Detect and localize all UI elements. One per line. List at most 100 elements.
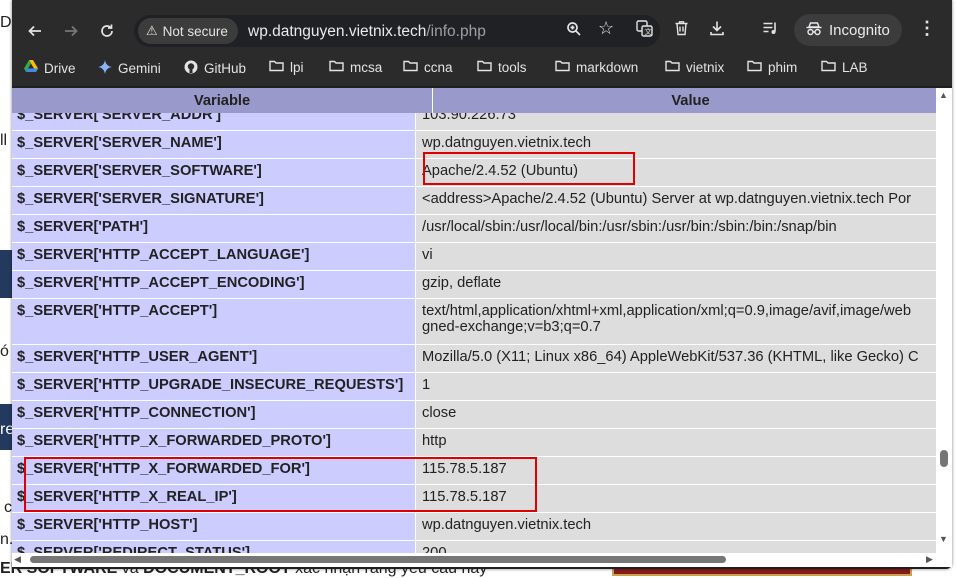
bookmark-folder-lab[interactable]: LAB: [821, 60, 868, 75]
horizontal-scroll-thumb[interactable]: [30, 556, 726, 563]
variable-value-cell: wp.datnguyen.vietnix.tech: [416, 131, 936, 158]
back-button[interactable]: [22, 18, 48, 44]
translate-icon[interactable]: 文: [636, 20, 653, 42]
variable-name-cell: $_SERVER['HTTP_X_FORWARDED_PROTO']: [12, 429, 415, 456]
table-row: $_SERVER['REDIRECT_STATUS'] 200: [12, 541, 936, 553]
vertical-scrollbar[interactable]: ▲ ▼: [936, 88, 952, 553]
table-row: $_SERVER['PATH']/usr/local/sbin:/usr/loc…: [12, 215, 936, 242]
bookmark-gemini[interactable]: Gemini: [98, 60, 161, 77]
incognito-button[interactable]: Incognito: [794, 14, 902, 46]
svg-text:文: 文: [645, 27, 652, 36]
incognito-icon: [806, 21, 822, 39]
value-line-2: gned-exchange;v=b3;q=0.7: [422, 319, 601, 335]
bookmark-folder-ccna[interactable]: ccna: [403, 60, 453, 75]
bookmark-folder-phim[interactable]: phim: [747, 60, 797, 75]
table-row: $_SERVER['HTTP_ACCEPT_ENCODING'] gzip, de…: [12, 271, 936, 298]
variable-value-cell: /usr/local/sbin:/usr/local/bin:/usr/sbin…: [416, 215, 936, 242]
variable-value-cell: Apache/2.4.52 (Ubuntu): [416, 159, 936, 186]
bookmark-label: Drive: [44, 60, 76, 76]
table-row: $_SERVER['HTTP_CONNECTION'] close: [12, 401, 936, 428]
folder-icon: [403, 60, 418, 75]
media-playlist-icon[interactable]: [762, 20, 779, 41]
variable-name-cell: $_SERVER['HTTP_UPGRADE_INSECURE_REQUESTS…: [12, 373, 415, 400]
bookmark-folder-lpi[interactable]: lpi: [269, 60, 304, 75]
variable-value-cell: text/html,application/xhtml+xml,applicat…: [416, 299, 936, 344]
arrow-right-icon: [65, 25, 78, 37]
folder-icon: [329, 60, 344, 75]
bookmark-label: phim: [768, 60, 798, 75]
url-path: /info.php: [426, 23, 486, 40]
incognito-label: Incognito: [829, 21, 890, 39]
download-glyph-icon: [710, 21, 724, 36]
bookmark-label: mcsa: [350, 60, 383, 75]
folder-icon: [477, 60, 492, 75]
variable-value-cell: http: [416, 429, 936, 456]
download-icon[interactable]: [709, 20, 725, 41]
bookmark-label: LAB: [842, 60, 868, 75]
server-variables-table: $_SERVER['SERVER_ADDR'] 103.90.226.73 $_SE…: [12, 102, 936, 553]
folder-icon: [555, 60, 570, 75]
variable-name-cell: $_SERVER['SERVER_SOFTWARE']: [12, 159, 415, 186]
zoom-icon[interactable]: [566, 21, 582, 42]
address-bar[interactable]: ⚠ Not secure wp.datnguyen.vietnix.tech/i…: [134, 15, 660, 47]
bookmark-label: markdown: [576, 60, 639, 75]
table-row: $_SERVER['SERVER_SIGNATURE'] <address>Apa…: [12, 187, 936, 214]
gemini-icon: [98, 60, 112, 77]
translate-glyph-icon: 文: [636, 20, 653, 37]
magnifier-icon: [567, 22, 581, 36]
variable-value-cell: 115.78.5.187: [416, 457, 936, 484]
scroll-left-arrow-icon[interactable]: ◀: [14, 554, 21, 565]
security-chip[interactable]: ⚠ Not secure: [138, 18, 238, 44]
kebab-menu-icon[interactable]: ⋮: [918, 18, 936, 39]
table-row: $_SERVER['HTTP_X_FORWARDED_PROTO'] http: [12, 429, 936, 456]
scroll-down-arrow-icon[interactable]: ▼: [939, 534, 948, 544]
variable-name-cell: $_SERVER['SERVER_SIGNATURE']: [12, 187, 415, 214]
bookmark-folder-markdown[interactable]: markdown: [555, 60, 638, 75]
variable-name-cell: $_SERVER['HTTP_USER_AGENT']: [12, 345, 415, 372]
bookmark-folder-mcsa[interactable]: mcsa: [329, 60, 382, 75]
table-row: $_SERVER['HTTP_X_FORWARDED_FOR'] 115.78.5…: [12, 457, 936, 484]
browser-toolbar: ⚠ Not secure wp.datnguyen.vietnix.tech/i…: [12, 0, 952, 60]
variable-value-cell: 115.78.5.187: [416, 485, 936, 512]
variable-value-cell: 200: [416, 541, 936, 553]
bg-fragment: c: [4, 499, 12, 516]
bookmark-drive[interactable]: Drive: [24, 60, 76, 76]
variable-name-cell: $_SERVER['HTTP_HOST']: [12, 513, 415, 540]
trash-glyph-icon: [675, 21, 688, 36]
bookmark-label: lpi: [290, 60, 304, 75]
reload-icon: [101, 24, 113, 37]
header-value: Value: [433, 88, 936, 113]
bookmark-label: tools: [498, 60, 527, 75]
bg-fragment: D: [0, 14, 12, 31]
bookmark-folder-tools[interactable]: tools: [477, 60, 527, 75]
horizontal-scrollbar[interactable]: ◀ ▶: [12, 553, 952, 567]
folder-icon: [821, 60, 836, 75]
reload-button[interactable]: [94, 18, 120, 44]
table-row: $_SERVER['SERVER_SOFTWARE'] Apache/2.4.52…: [12, 159, 936, 186]
bookmark-label: Gemini: [118, 61, 161, 76]
scroll-up-arrow-icon[interactable]: ▲: [939, 90, 948, 100]
value-line-1: text/html,application/xhtml+xml,applicat…: [422, 303, 911, 319]
variable-name-cell: $_SERVER['HTTP_X_FORWARDED_FOR']: [12, 457, 415, 484]
table-row: $_SERVER['HTTP_ACCEPT_LANGUAGE'] vi: [12, 243, 936, 270]
url-text[interactable]: wp.datnguyen.vietnix.tech/info.php: [248, 23, 486, 41]
variable-name-cell: $_SERVER['HTTP_CONNECTION']: [12, 401, 415, 428]
folder-icon: [665, 60, 680, 75]
table-header: Variable Value: [12, 88, 936, 113]
variable-value-cell: 1: [416, 373, 936, 400]
bookmark-star-icon[interactable]: ☆: [598, 18, 614, 39]
bookmarks-bar: Drive Gemini GitHub lpi mcsa ccna tools: [12, 56, 952, 86]
vertical-scroll-thumb[interactable]: [940, 450, 948, 467]
url-host: wp.datnguyen.vietnix.tech: [248, 23, 427, 40]
scroll-right-arrow-icon[interactable]: ▶: [926, 554, 933, 565]
table-row: $_SERVER['HTTP_UPGRADE_INSECURE_REQUESTS…: [12, 373, 936, 400]
table-row: $_SERVER['HTTP_ACCEPT'] text/html,applica…: [12, 299, 936, 344]
arrow-left-icon: [28, 25, 41, 37]
bookmark-folder-vietnix[interactable]: vietnix: [665, 60, 724, 75]
forward-button[interactable]: [58, 18, 84, 44]
variable-value-cell: wp.datnguyen.vietnix.tech: [416, 513, 936, 540]
trash-icon[interactable]: [674, 20, 689, 41]
variable-name-cell: $_SERVER['HTTP_X_REAL_IP']: [12, 485, 415, 512]
bookmark-github[interactable]: GitHub: [184, 60, 246, 77]
folder-icon: [747, 60, 762, 75]
